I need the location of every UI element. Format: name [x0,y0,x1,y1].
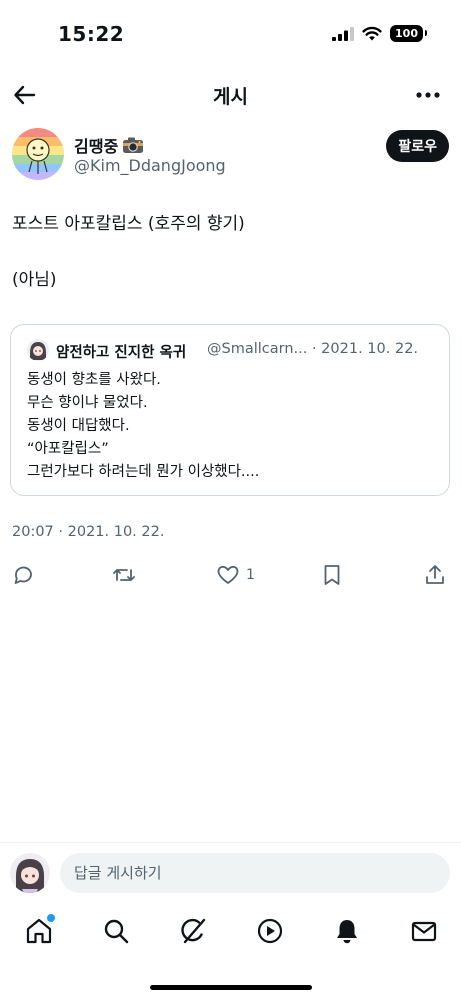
status-bar: 15:22 100 [0,0,461,70]
more-button[interactable] [415,82,441,108]
like-icon [217,565,239,584]
tab-video[interactable] [255,916,285,946]
quote-avatar [27,339,49,361]
quote-line: 그런가보다 하려는데 뭔가 이상했다.... [27,464,260,480]
post-text: 포스트 아포칼립스 (호주의 향기) (아님) [12,214,245,290]
status-time: 15:22 [58,22,125,46]
bookmark-icon [324,565,340,585]
battery-indicator: 100 [390,25,427,42]
quote-handle-date: @Smallcarn... · 2021. 10. 22. [207,341,418,357]
follow-button[interactable]: 팔로우 [386,130,449,162]
post-actions: 1 [0,560,461,590]
cellular-signal-icon [332,26,355,41]
search-icon [104,919,129,944]
author-name: 김땡중 [74,137,119,156]
quote-text: 동생이 향초를 사왔다. 무슨 향이냐 물었다. 동생이 대답했다. “아포칼립… [27,369,437,484]
author-avatar[interactable] [12,128,64,180]
reply-bar [0,842,461,904]
share-button[interactable] [423,560,447,590]
quoted-post[interactable]: 얌전하고 진지한 옥귀 @Smallcarn... · 2021. 10. 22… [10,324,450,496]
retweet-icon [113,569,135,581]
quote-author-name: 얌전하고 진지한 옥귀 [56,345,187,361]
reply-icon [14,566,32,584]
tab-search[interactable] [101,916,131,946]
tab-messages[interactable] [409,916,439,946]
quote-line: 무슨 향이냐 물었다. [27,395,148,411]
bottom-tab-bar [0,904,461,960]
quote-date: · 2021. 10. 22. [311,341,419,357]
more-icon [416,92,440,98]
home-indicator [150,985,312,990]
quote-line: 동생이 대답했다. [27,418,130,434]
post-author: 김땡중 @Kim_DdangJoong 팔로우 [12,128,449,184]
tab-grok[interactable] [178,916,208,946]
reply-button[interactable] [11,560,35,590]
share-icon [426,565,444,584]
like-button[interactable]: 1 [216,560,255,590]
camera-icon [123,137,144,153]
author-handle[interactable]: @Kim_DdangJoong [74,156,226,175]
tab-notifications[interactable] [332,916,362,946]
video-icon [257,918,283,944]
current-user-avatar[interactable] [10,853,50,893]
retweet-button[interactable] [112,560,136,590]
messages-icon [411,921,437,942]
home-new-dot [47,914,55,922]
status-icons: 100 [332,25,427,42]
quote-line: 동생이 향초를 사왔다. [27,372,161,388]
post-timestamp[interactable]: 20:07 · 2021. 10. 22. [12,524,164,540]
bookmark-button[interactable] [320,560,344,590]
page-title: 게시 [213,86,248,108]
notifications-icon [337,920,357,944]
like-count: 1 [246,567,255,583]
quote-handle: @Smallcarn... [207,341,308,357]
quote-line: “아포칼립스” [27,441,109,457]
reply-input[interactable] [60,853,450,893]
author-name-row[interactable]: 김땡중 [74,133,144,157]
tab-home[interactable] [24,914,55,946]
wifi-icon [362,26,382,41]
header: 게시 [0,78,461,114]
grok-icon [181,918,206,944]
